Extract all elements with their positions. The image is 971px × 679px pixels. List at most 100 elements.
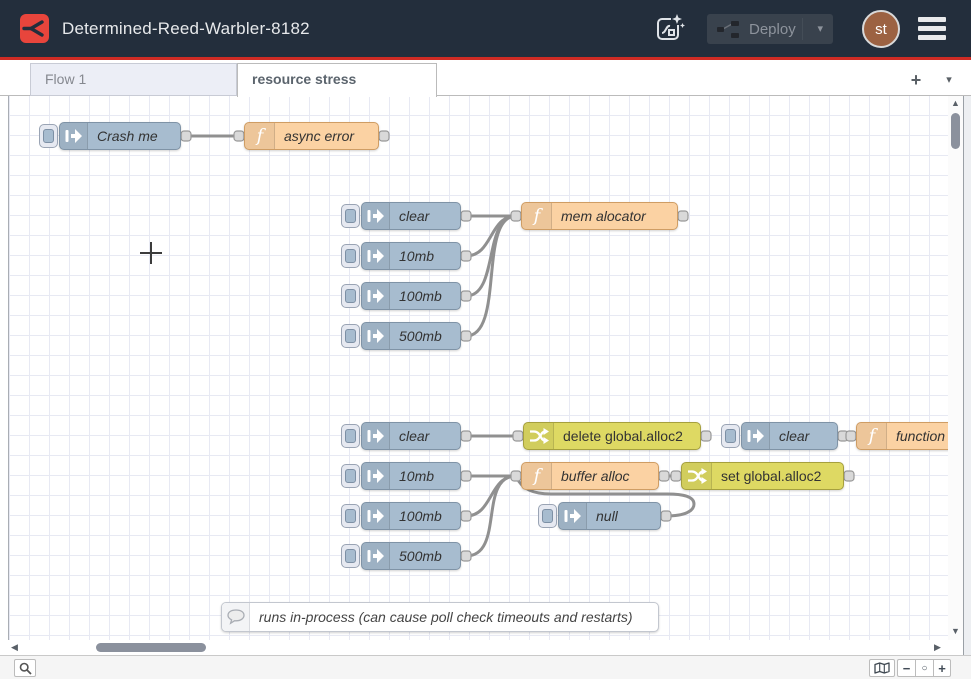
- assistant-sparkle-icon[interactable]: [651, 11, 687, 47]
- node-label: runs in-process (can cause poll check ti…: [259, 603, 654, 631]
- port-out-crash-me[interactable]: [181, 131, 191, 141]
- svg-text:f: f: [531, 206, 543, 227]
- flow-canvas[interactable]: Crash me f async error clear 10mb 100mb 500mb f…: [8, 95, 948, 640]
- header-bar: Determined-Reed-Warbler-8182 Deploy ▾: [0, 0, 971, 57]
- inject-button-clear-2[interactable]: [341, 424, 360, 448]
- sidebar-edge: [963, 60, 971, 655]
- port-in-delete-global-alloc2[interactable]: [513, 431, 523, 441]
- scroll-up-icon[interactable]: ▲: [948, 98, 963, 108]
- vertical-scrollbar[interactable]: ▲ ▼: [948, 95, 963, 640]
- port-out-async-error[interactable]: [379, 131, 389, 141]
- node-clear-3[interactable]: clear: [741, 422, 838, 450]
- port-out-set-global-alloc2[interactable]: [844, 471, 854, 481]
- navigator-button[interactable]: [869, 659, 895, 677]
- node-label: null: [596, 503, 656, 529]
- inject-button-500mb-2[interactable]: [341, 544, 360, 568]
- deploy-caret-icon[interactable]: ▾: [817, 22, 823, 35]
- inject-button-100mb-1[interactable]: [341, 284, 360, 308]
- port-out-10mb-1[interactable]: [461, 251, 471, 261]
- node-500mb-2[interactable]: 500mb: [361, 542, 461, 570]
- vertical-scroll-thumb[interactable]: [951, 113, 960, 149]
- user-avatar[interactable]: st: [862, 10, 900, 48]
- add-flow-button[interactable]: +: [903, 68, 929, 92]
- node-null[interactable]: null: [558, 502, 661, 530]
- node-100mb-1[interactable]: 100mb: [361, 282, 461, 310]
- function-f-icon: f: [857, 423, 887, 449]
- inject-arrow-icon: [362, 323, 390, 349]
- inject-button-clear-1[interactable]: [341, 204, 360, 228]
- zoom-reset-button[interactable]: ○: [915, 659, 933, 677]
- inject-arrow-icon: [362, 543, 390, 569]
- port-out-buffer-alloc[interactable]: [659, 471, 669, 481]
- node-crash-me[interactable]: Crash me: [59, 122, 181, 150]
- node-10mb-2[interactable]: 10mb: [361, 462, 461, 490]
- node-label: clear: [399, 423, 456, 449]
- port-in-mem-alocator[interactable]: [511, 211, 521, 221]
- port-out-delete-global-alloc2[interactable]: [701, 431, 711, 441]
- node-delete-global-alloc2[interactable]: delete global.alloc2: [523, 422, 701, 450]
- inject-arrow-icon: [362, 243, 390, 269]
- hamburger-menu-icon[interactable]: [918, 17, 946, 41]
- port-in-buffer-alloc[interactable]: [511, 471, 521, 481]
- scroll-right-icon[interactable]: ▶: [934, 641, 941, 654]
- inject-button-10mb-2[interactable]: [341, 464, 360, 488]
- node-function[interactable]: ffunction: [856, 422, 948, 450]
- node-label: 10mb: [399, 243, 456, 269]
- node-async-error[interactable]: f async error: [244, 122, 379, 150]
- node-mem-alocator[interactable]: f mem alocator: [521, 202, 678, 230]
- crosshair-cursor: [140, 252, 162, 254]
- svg-text:f: f: [866, 426, 878, 447]
- inject-arrow-icon: [362, 283, 390, 309]
- node-label: mem alocator: [561, 203, 673, 229]
- node-500mb-1[interactable]: 500mb: [361, 322, 461, 350]
- port-out-null[interactable]: [661, 511, 671, 521]
- horizontal-scroll-thumb[interactable]: [96, 643, 206, 652]
- node-buffer-alloc[interactable]: fbuffer alloc: [521, 462, 659, 490]
- node-clear-2[interactable]: clear: [361, 422, 461, 450]
- horizontal-scrollbar[interactable]: ◀ ▶: [8, 640, 948, 655]
- inject-button-10mb-1[interactable]: [341, 244, 360, 268]
- zoom-in-button[interactable]: +: [933, 659, 951, 677]
- flow-list-chevron-icon[interactable]: ▾: [938, 68, 960, 92]
- port-out-10mb-2[interactable]: [461, 471, 471, 481]
- node-label: 500mb: [399, 323, 456, 349]
- flowfuse-logo-icon[interactable]: [20, 14, 49, 43]
- port-out-clear-1[interactable]: [461, 211, 471, 221]
- port-out-500mb-1[interactable]: [461, 331, 471, 341]
- node-set-global-alloc2[interactable]: set global.alloc2: [681, 462, 844, 490]
- node-comment[interactable]: runs in-process (can cause poll check ti…: [221, 602, 659, 632]
- port-out-mem-alocator[interactable]: [678, 211, 688, 221]
- tab-resource-stress[interactable]: resource stress: [237, 63, 437, 97]
- node-label: async error: [284, 123, 374, 149]
- node-label: clear: [399, 203, 456, 229]
- node-clear-1[interactable]: clear: [361, 202, 461, 230]
- node-label: Crash me: [97, 123, 176, 149]
- search-button[interactable]: [14, 659, 36, 677]
- map-navigator-icon: [874, 662, 890, 674]
- inject-button-500mb-1[interactable]: [341, 324, 360, 348]
- node-100mb-2[interactable]: 100mb: [361, 502, 461, 530]
- port-out-100mb-2[interactable]: [461, 511, 471, 521]
- port-out-clear-2[interactable]: [461, 431, 471, 441]
- node-label: clear: [779, 423, 833, 449]
- tab-flow-1[interactable]: Flow 1: [30, 63, 237, 96]
- node-label: 500mb: [399, 543, 456, 569]
- scroll-left-icon[interactable]: ◀: [11, 641, 18, 654]
- inject-button-crash-me[interactable]: [39, 124, 58, 148]
- inject-button-null[interactable]: [538, 504, 557, 528]
- zoom-out-button[interactable]: −: [897, 659, 915, 677]
- node-10mb-1[interactable]: 10mb: [361, 242, 461, 270]
- port-in-set-global-alloc2[interactable]: [671, 471, 681, 481]
- inject-button-clear-3[interactable]: [721, 424, 740, 448]
- scroll-down-icon[interactable]: ▼: [948, 626, 963, 636]
- function-f-icon: f: [522, 203, 552, 229]
- port-out-100mb-1[interactable]: [461, 291, 471, 301]
- footer-toolbar: − ○ +: [0, 655, 971, 679]
- port-out-500mb-2[interactable]: [461, 551, 471, 561]
- port-in-async-error[interactable]: [234, 131, 244, 141]
- svg-text:f: f: [254, 126, 266, 147]
- deploy-label: Deploy: [749, 21, 796, 38]
- inject-button-100mb-2[interactable]: [341, 504, 360, 528]
- port-in-function[interactable]: [846, 431, 856, 441]
- deploy-button[interactable]: Deploy ▾: [707, 14, 833, 44]
